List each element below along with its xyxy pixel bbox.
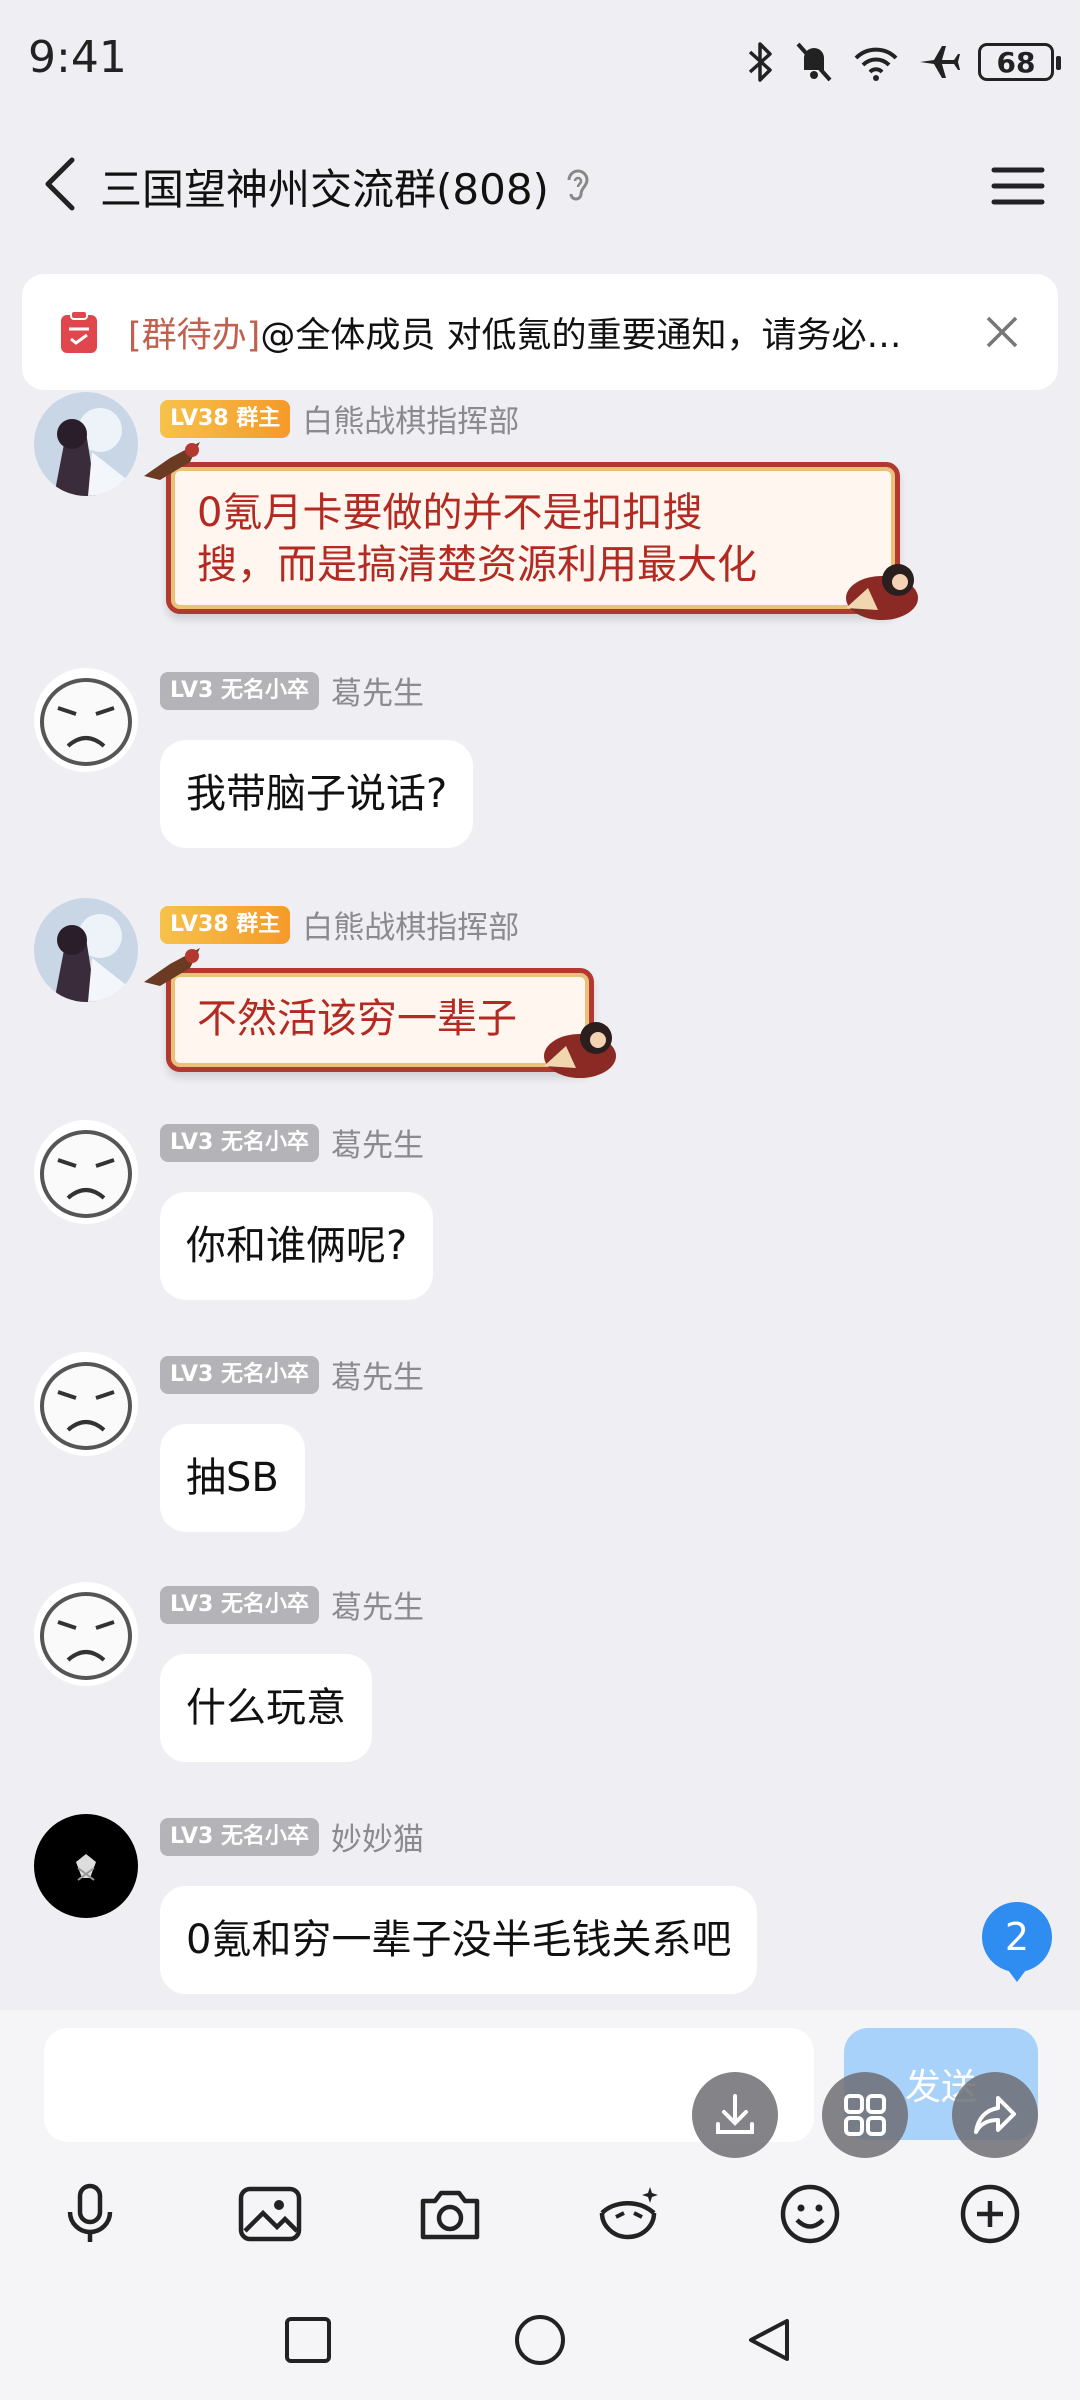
close-icon <box>986 316 1018 348</box>
home-button[interactable] <box>510 2310 570 2370</box>
airplane-icon <box>920 46 960 78</box>
share-icon <box>974 2096 1016 2134</box>
message-bubble[interactable]: 抽SB <box>160 1424 305 1532</box>
avatar[interactable] <box>34 1352 138 1456</box>
bubble-decoration-icon <box>144 948 200 986</box>
chat-header: 三国望神州交流群(808) <box>0 130 1080 240</box>
notice-close-button[interactable] <box>982 312 1022 352</box>
message-text-line: 不然活该穷一辈子 <box>197 996 517 1042</box>
hamburger-menu-icon <box>991 167 1045 205</box>
ear-icon <box>567 169 589 201</box>
message-bubble[interactable]: 什么玩意 <box>160 1654 372 1762</box>
system-nav-bar <box>0 2280 1080 2400</box>
message-meta: LV3 无名小卒 葛先生 <box>160 1120 424 1165</box>
bubble-decoration-icon <box>544 1022 616 1078</box>
mute-bell-icon <box>796 42 832 82</box>
image-icon <box>238 2186 302 2242</box>
back-button[interactable] <box>30 152 90 216</box>
message-bubble[interactable]: 不然活该穷一辈子 <box>166 968 594 1072</box>
camera-icon <box>420 2190 480 2240</box>
chevron-left-icon <box>45 157 75 211</box>
voice-button[interactable] <box>54 2178 126 2250</box>
clipboard-icon <box>61 310 97 353</box>
square-icon <box>285 2317 331 2363</box>
level-badge: LV38 群主 <box>160 399 291 438</box>
avatar[interactable] <box>34 668 138 772</box>
message-text-line: 搜，而是搞清楚资源利用最大化 <box>197 542 757 588</box>
circle-icon <box>515 2315 565 2365</box>
bubble-decoration-icon <box>144 442 200 480</box>
message-meta: LV3 无名小卒 妙妙猫 <box>160 1814 424 1859</box>
avatar[interactable] <box>34 1120 138 1224</box>
sender-name[interactable]: 葛先生 <box>331 1352 424 1397</box>
status-time: 9:41 <box>28 32 127 83</box>
chat-title-area[interactable]: 三国望神州交流群(808) <box>100 154 593 218</box>
chat-title: 三国望神州交流群(808) <box>100 164 549 214</box>
avatar[interactable] <box>34 1814 138 1918</box>
image-button[interactable] <box>234 2178 306 2250</box>
sender-name[interactable]: 白熊战棋指挥部 <box>302 396 519 441</box>
more-button[interactable] <box>954 2178 1026 2250</box>
message-bubble[interactable]: 我带脑子说话? <box>160 740 474 848</box>
message-meta: LV3 无名小卒 葛先生 <box>160 1582 424 1627</box>
message-meta: LV3 无名小卒 葛先生 <box>160 668 424 713</box>
share-button[interactable] <box>952 2072 1038 2158</box>
sender-name[interactable]: 葛先生 <box>331 668 424 713</box>
sender-name[interactable]: 妙妙猫 <box>331 1814 424 1859</box>
input-toolbar <box>0 2170 1080 2260</box>
level-badge: LV3 无名小卒 <box>160 671 319 710</box>
battery-indicator: 68 <box>978 43 1061 81</box>
camera-button[interactable] <box>414 2178 486 2250</box>
message-meta: LV38 群主 白熊战棋指挥部 <box>160 902 519 947</box>
level-badge: LV3 无名小卒 <box>160 1123 319 1162</box>
bluetooth-icon <box>748 42 772 82</box>
plus-circle-icon <box>960 2184 1020 2244</box>
message-bubble[interactable]: 0氪和穷一辈子没半毛钱关系吧 <box>160 1886 758 1994</box>
unread-count-badge[interactable]: 2 <box>982 1902 1052 1982</box>
message-bubble[interactable]: 0氪月卡要做的并不是扣扣搜 搜，而是搞清楚资源利用最大化 <box>166 462 900 614</box>
avatar[interactable] <box>34 392 138 496</box>
avatar[interactable] <box>34 898 138 1002</box>
sticker-button[interactable] <box>592 2178 664 2250</box>
status-icons: 68 <box>746 34 1061 90</box>
notice-message: @全体成员 对低氪的重要通知，请务必… <box>260 315 902 356</box>
sender-name[interactable]: 葛先生 <box>331 1120 424 1165</box>
sticker-icon <box>599 2187 658 2240</box>
microphone-icon <box>67 2183 113 2242</box>
menu-button[interactable] <box>990 158 1046 214</box>
download-icon <box>716 2094 754 2134</box>
notice-text: [群待办]@全体成员 对低氪的重要通知，请务必… <box>128 307 958 358</box>
level-badge: LV3 无名小卒 <box>160 1355 319 1394</box>
message-text-line: 0氪月卡要做的并不是扣扣搜 <box>197 490 703 536</box>
sender-name[interactable]: 葛先生 <box>331 1582 424 1627</box>
status-bar: 9:41 68 <box>0 0 1080 120</box>
wifi-icon <box>854 47 898 81</box>
recents-button[interactable] <box>278 2310 338 2370</box>
message-meta: LV3 无名小卒 葛先生 <box>160 1352 424 1397</box>
emoji-icon <box>780 2184 840 2244</box>
message-meta: LV38 群主 白熊战棋指挥部 <box>160 396 519 441</box>
bubble-decoration-icon <box>846 564 918 620</box>
back-nav-button[interactable] <box>740 2310 800 2370</box>
grid-icon <box>844 2094 886 2136</box>
sender-name[interactable]: 白熊战棋指挥部 <box>302 902 519 947</box>
triangle-back-icon <box>749 2319 789 2361</box>
level-badge: LV38 群主 <box>160 905 291 944</box>
message-bubble[interactable]: 你和谁俩呢? <box>160 1192 434 1300</box>
download-button[interactable] <box>692 2072 778 2158</box>
avatar[interactable] <box>34 1582 138 1686</box>
level-badge: LV3 无名小卒 <box>160 1585 319 1624</box>
level-badge: LV3 无名小卒 <box>160 1817 319 1856</box>
notice-tag: [群待办] <box>128 315 261 356</box>
apps-button[interactable] <box>822 2072 908 2158</box>
group-todo-notice[interactable]: [群待办]@全体成员 对低氪的重要通知，请务必… <box>22 274 1058 390</box>
emoji-button[interactable] <box>774 2178 846 2250</box>
